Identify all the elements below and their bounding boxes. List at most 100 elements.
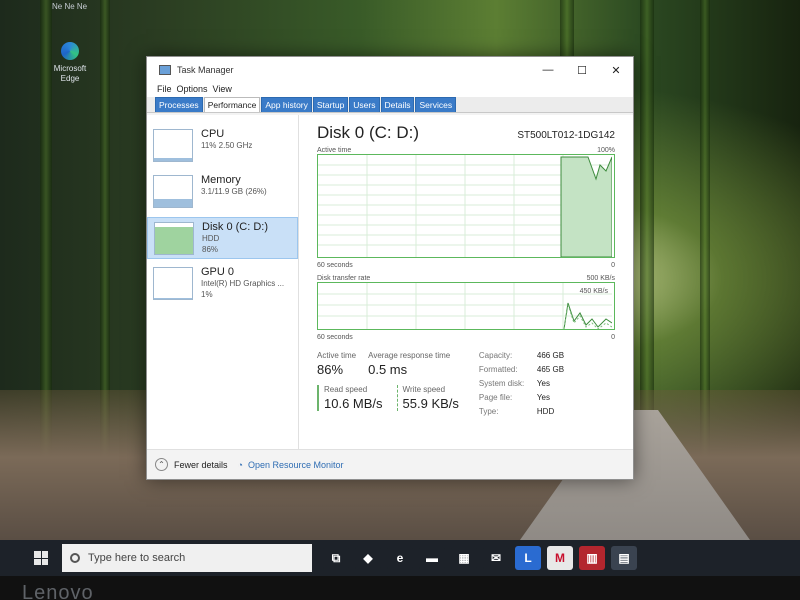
active-time-label: Active time bbox=[317, 351, 357, 360]
laptop-bezel bbox=[0, 576, 800, 600]
graph-time-label: 60 seconds bbox=[317, 262, 353, 269]
graph-label: Disk transfer rate bbox=[317, 275, 371, 282]
edge-icon bbox=[61, 42, 79, 60]
mail-icon[interactable]: ✉ bbox=[483, 546, 509, 570]
tab-processes[interactable]: Processes bbox=[155, 97, 203, 112]
read-speed-value: 10.6 MB/s bbox=[324, 396, 383, 411]
copilot-icon[interactable]: ◆ bbox=[355, 546, 381, 570]
write-speed-label: Write speed bbox=[402, 385, 446, 394]
graph-max-label: 100% bbox=[597, 147, 615, 154]
minimize-button[interactable]: — bbox=[531, 57, 565, 83]
task-manager-icon bbox=[159, 65, 171, 75]
menu-file[interactable]: File bbox=[157, 83, 177, 97]
file-explorer-icon[interactable]: ▬ bbox=[419, 546, 445, 570]
avg-response-value: 0.5 ms bbox=[368, 362, 408, 377]
resource-list: CPU 11% 2.50 GHz Memory 3.1/11.9 GB (26%… bbox=[147, 115, 299, 449]
prop-key: Formatted: bbox=[478, 365, 518, 374]
graph-zero-label: 0 bbox=[611, 262, 615, 269]
prop-value: Yes bbox=[536, 379, 550, 388]
tab-strip: Processes Performance App history Startu… bbox=[147, 97, 633, 113]
prop-key: Page file: bbox=[478, 393, 513, 402]
prop-value: 466 GB bbox=[536, 351, 565, 360]
transfer-rate-graph: 450 KB/s bbox=[317, 282, 615, 330]
search-placeholder: Type here to search bbox=[88, 552, 186, 564]
tab-startup[interactable]: Startup bbox=[312, 97, 349, 112]
mcafee-icon[interactable]: M bbox=[547, 546, 573, 570]
taskbar-pinned-apps: ⧉ ◆ e ▬ ▦ ✉ L M ▥ ▤ bbox=[320, 546, 640, 570]
prop-key: Type: bbox=[478, 407, 499, 416]
fewer-details-link[interactable]: Fewer details bbox=[174, 460, 228, 470]
resource-monitor-icon: ◔ bbox=[237, 459, 243, 470]
avg-response-label: Average response time bbox=[368, 351, 451, 360]
resource-usage: 1% bbox=[201, 290, 213, 299]
graph-label: Active time bbox=[317, 147, 352, 154]
open-resource-monitor-link[interactable]: Open Resource Monitor bbox=[248, 460, 344, 470]
lenovo-vantage-icon[interactable]: L bbox=[515, 546, 541, 570]
resource-detail: 11% 2.50 GHz bbox=[201, 141, 253, 150]
title-bar[interactable]: Task Manager — ☐ ✕ bbox=[147, 57, 633, 83]
task-manager-window: Task Manager — ☐ ✕ File Options View Pro… bbox=[146, 56, 634, 480]
tab-performance[interactable]: Performance bbox=[203, 97, 261, 112]
gpu-thumbnail-graph bbox=[153, 267, 193, 300]
graph-zero-label: 0 bbox=[611, 334, 615, 341]
resource-item-gpu0[interactable]: GPU 0 Intel(R) HD Graphics ... 1% bbox=[147, 263, 298, 305]
tab-app-history[interactable]: App history bbox=[261, 97, 312, 112]
chevron-up-icon[interactable]: ⌃ bbox=[155, 458, 168, 471]
graph-time-label: 60 seconds bbox=[317, 334, 353, 341]
prop-value: Yes bbox=[536, 393, 550, 402]
tab-users[interactable]: Users bbox=[349, 97, 380, 112]
edge-icon[interactable]: e bbox=[387, 546, 413, 570]
taskbar-search-box[interactable]: Type here to search bbox=[62, 544, 312, 572]
graph-max-label: 500 KB/s bbox=[586, 275, 615, 282]
disk-thumbnail-graph bbox=[154, 222, 194, 255]
disk-stats: Active time 86% Average response time 0.… bbox=[317, 351, 615, 421]
resource-item-disk0[interactable]: Disk 0 (C: D:) HDD 86% bbox=[147, 217, 298, 259]
search-icon bbox=[70, 553, 80, 563]
resource-name: Memory bbox=[201, 174, 241, 186]
graph-inner-label: 450 KB/s bbox=[580, 288, 609, 295]
footer-bar: ⌃ Fewer details ◔ Open Resource Monitor bbox=[147, 449, 633, 479]
menu-bar: File Options View bbox=[147, 83, 633, 97]
write-speed-value: 55.9 KB/s bbox=[402, 396, 459, 411]
prop-value: 465 GB bbox=[536, 365, 565, 374]
disk-title: Disk 0 (C: D:) bbox=[317, 123, 419, 142]
start-button[interactable] bbox=[34, 551, 48, 565]
memory-thumbnail-graph bbox=[153, 175, 193, 208]
menu-view[interactable]: View bbox=[213, 83, 237, 97]
performance-panel: CPU 11% 2.50 GHz Memory 3.1/11.9 GB (26%… bbox=[147, 115, 633, 449]
resource-detail: Intel(R) HD Graphics ... bbox=[201, 279, 285, 288]
resource-usage: 86% bbox=[202, 245, 219, 254]
disk-properties: Capacity: 466 GB Formatted: 465 GB System … bbox=[479, 351, 564, 421]
menu-options[interactable]: Options bbox=[177, 83, 213, 97]
active-time-graph bbox=[317, 154, 615, 258]
resource-name: CPU bbox=[201, 128, 225, 140]
store-icon[interactable]: ▦ bbox=[451, 546, 477, 570]
desktop-icon-label: Microsoft Edge bbox=[53, 64, 87, 83]
task-manager-icon[interactable]: ▤ bbox=[611, 546, 637, 570]
desktop-icon-edge[interactable]: Microsoft Edge bbox=[50, 42, 90, 84]
resource-name: Disk 0 (C: D:) bbox=[202, 221, 268, 233]
prop-key: System disk: bbox=[478, 379, 525, 388]
window-title: Task Manager bbox=[177, 65, 234, 75]
cpu-thumbnail-graph bbox=[153, 129, 193, 162]
resource-item-cpu[interactable]: CPU 11% 2.50 GHz bbox=[147, 125, 298, 167]
disk-detail: Disk 0 (C: D:) ST500LT012-1DG142 Active … bbox=[299, 115, 633, 449]
lenovo-logo: Lenovo bbox=[22, 582, 94, 600]
task-view-icon[interactable]: ⧉ bbox=[323, 546, 349, 570]
tab-services[interactable]: Services bbox=[415, 97, 457, 112]
resource-detail: HDD bbox=[202, 234, 220, 243]
taskbar: Type here to search ⧉ ◆ e ▬ ▦ ✉ L M ▥ ▤ bbox=[0, 540, 800, 576]
prop-key: Capacity: bbox=[478, 351, 513, 360]
resource-detail: 3.1/11.9 GB (26%) bbox=[201, 187, 267, 196]
desktop-ghost-text: Ne Ne Ne bbox=[52, 2, 88, 11]
active-time-value: 86% bbox=[317, 362, 344, 377]
read-speed-label: Read speed bbox=[324, 385, 368, 394]
close-button[interactable]: ✕ bbox=[599, 57, 633, 83]
red-app-icon[interactable]: ▥ bbox=[579, 546, 605, 570]
prop-value: HDD bbox=[536, 407, 555, 416]
maximize-button[interactable]: ☐ bbox=[565, 57, 599, 83]
tab-details[interactable]: Details bbox=[380, 97, 415, 112]
disk-model: ST500LT012-1DG142 bbox=[517, 130, 615, 141]
resource-item-memory[interactable]: Memory 3.1/11.9 GB (26%) bbox=[147, 171, 298, 213]
resource-name: GPU 0 bbox=[201, 266, 235, 278]
